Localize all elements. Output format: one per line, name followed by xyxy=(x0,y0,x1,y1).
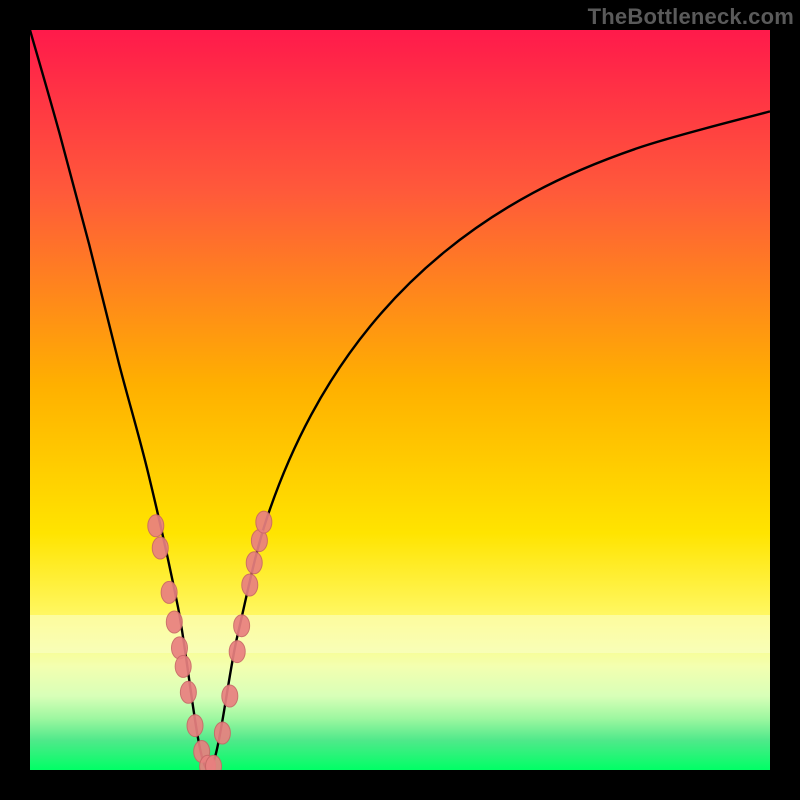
watermark-text: TheBottleneck.com xyxy=(588,4,794,30)
plot-area xyxy=(30,30,770,770)
chart-stage: TheBottleneck.com xyxy=(0,0,800,800)
bottleneck-curve xyxy=(30,30,770,770)
